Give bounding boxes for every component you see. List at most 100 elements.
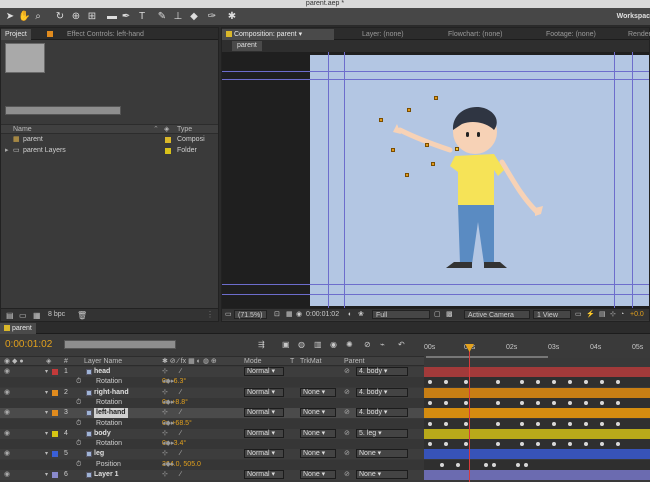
composition-viewer[interactable] (222, 52, 649, 308)
keyframe-marker[interactable] (440, 462, 444, 467)
keyframe-track[interactable] (424, 459, 650, 470)
layer-duration-bar[interactable] (424, 449, 650, 460)
guide-line[interactable] (222, 294, 649, 295)
keyframe-marker[interactable] (464, 380, 468, 385)
brush-tool-icon[interactable]: ✎ (156, 11, 168, 23)
twirl-down-icon[interactable]: ▾ (45, 388, 48, 398)
guide-line[interactable] (328, 52, 329, 308)
keyframe-marker[interactable] (568, 380, 572, 385)
trkmat-dropdown[interactable]: None ▾ (300, 449, 336, 459)
anchor-handle[interactable] (391, 148, 395, 152)
tab-timeline-parent[interactable]: parent (0, 323, 36, 334)
always-preview-icon[interactable]: ▭ (225, 310, 232, 319)
t-header[interactable]: T (290, 357, 294, 366)
anchor-point-icon[interactable] (455, 147, 459, 151)
trkmat-dropdown[interactable]: None ▾ (300, 470, 336, 479)
composition-mini-flowchart-icon[interactable]: ⇶ (258, 340, 265, 349)
folder-twirl-icon[interactable]: ▸ (5, 145, 9, 156)
layer-name[interactable]: left-hand (94, 408, 128, 419)
clone-stamp-tool-icon[interactable]: ⊥ (172, 11, 184, 23)
trkmat-header[interactable]: TrkMat (300, 357, 322, 366)
twirl-down-icon[interactable]: ▾ (45, 408, 48, 418)
keyframe-marker[interactable] (584, 400, 588, 405)
pen-tool-icon[interactable]: ✒ (120, 11, 132, 23)
flowchart-icon[interactable]: ⊹ (610, 310, 616, 319)
delete-icon[interactable]: 🗑 (77, 311, 87, 320)
layer-duration-bar[interactable] (424, 470, 650, 480)
guide-line[interactable] (614, 52, 615, 308)
layer-label-color[interactable] (52, 410, 58, 417)
keyframe-marker[interactable] (428, 442, 432, 447)
twirl-down-icon[interactable]: ▾ (45, 367, 48, 377)
keyframe-marker[interactable] (428, 380, 432, 385)
keyframe-marker[interactable] (568, 421, 572, 426)
puppet-tool-icon[interactable]: ✱ (226, 11, 238, 23)
layer-name[interactable]: right-hand (94, 388, 129, 398)
layer-row[interactable]: ◉ ▾ 1 head ⊹ ∕ Normal ▾ ⊘ 4. body ▾ (0, 367, 650, 377)
property-row[interactable]: ⏱ Position 364.0, 505.0 ◂◆▸ (0, 459, 650, 470)
anchor-handle[interactable] (431, 162, 435, 166)
eraser-tool-icon[interactable]: ◆ (188, 11, 200, 23)
keyframe-marker[interactable] (484, 462, 488, 467)
keyframe-marker[interactable] (568, 442, 572, 447)
quality-switch-icon[interactable]: ∕ (180, 449, 181, 459)
layer-switch-icon[interactable]: ⊹ (162, 367, 168, 377)
workspace-label[interactable]: Workspac (617, 13, 650, 20)
motion-blur-icon[interactable]: ◉ (330, 340, 337, 349)
playhead-line[interactable] (469, 346, 470, 482)
keyframe-marker[interactable] (444, 400, 448, 405)
keyframe-marker[interactable] (444, 442, 448, 447)
timecode-display[interactable]: 0:00:01:02 (306, 310, 339, 319)
twirl-down-icon[interactable]: ▾ (45, 470, 48, 480)
property-row[interactable]: ⏱ Rotation 0x -6.3° ◂◆▸ (0, 377, 650, 388)
keyframe-marker[interactable] (520, 400, 524, 405)
current-time-display[interactable]: 0:00:01:02 (5, 339, 52, 350)
pick-whip-icon[interactable]: ⊘ (344, 449, 350, 459)
keyframe-marker[interactable] (600, 421, 604, 426)
snapshot-icon[interactable]: ◐ (348, 310, 352, 319)
parent-dropdown[interactable]: 4. body ▾ (356, 408, 408, 418)
keyframe-marker[interactable] (536, 380, 540, 385)
keyframe-marker[interactable] (584, 442, 588, 447)
parent-dropdown[interactable]: 5. leg ▾ (356, 428, 408, 438)
frame-blending-icon[interactable]: ▥ (314, 340, 322, 349)
keyframe-marker[interactable] (552, 380, 556, 385)
layer-duration-bar[interactable] (424, 428, 650, 439)
roto-brush-tool-icon[interactable]: ✑ (206, 11, 218, 23)
blend-mode-dropdown[interactable]: Normal ▾ (244, 387, 284, 397)
property-row[interactable]: ⏱ Rotation 0x +8.8° ◂◆▸ (0, 397, 650, 408)
trkmat-dropdown[interactable]: None ▾ (300, 408, 336, 418)
keyframe-marker[interactable] (496, 442, 500, 447)
keyframe-marker[interactable] (496, 421, 500, 426)
layer-row[interactable]: ◉ ▾ 2 right-hand ⊹ ∕ Normal ▾ None ▾ ⊘ 4. body ▾ (0, 387, 650, 398)
parent-header[interactable]: Parent (344, 357, 365, 366)
new-composition-icon[interactable]: ▦ (33, 311, 41, 320)
blend-mode-dropdown[interactable]: Normal ▾ (244, 470, 284, 479)
keyframe-marker[interactable] (536, 421, 540, 426)
keyframe-nav-icon[interactable]: ◂◆▸ (162, 377, 174, 387)
guide-line[interactable] (632, 52, 633, 308)
keyframe-marker[interactable] (520, 442, 524, 447)
layer-switch-icon[interactable]: ⊹ (162, 449, 168, 459)
keyframe-marker[interactable] (428, 400, 432, 405)
layer-name[interactable]: leg (94, 449, 104, 459)
camera-dropdown[interactable]: Active Camera (464, 310, 530, 319)
parent-dropdown[interactable]: None ▾ (356, 470, 408, 479)
resize-grip-icon[interactable]: ⋮ (206, 310, 214, 319)
mode-header[interactable]: Mode (244, 357, 262, 366)
keyframe-track[interactable] (424, 439, 650, 450)
layer-duration-bar[interactable] (424, 408, 650, 419)
eye-icon[interactable]: ◉ (4, 388, 10, 398)
property-row[interactable]: ⏱ Rotation 0x +68.5° ◂◆▸ (0, 418, 650, 429)
blend-mode-dropdown[interactable]: Normal ▾ (244, 367, 284, 376)
keyframe-marker[interactable] (428, 421, 432, 426)
exposure-value[interactable]: +0.0 (630, 310, 644, 319)
layer-label-color[interactable] (52, 472, 58, 478)
timeline-search-input[interactable] (64, 340, 176, 349)
keyframe-marker[interactable] (444, 380, 448, 385)
tab-effect-controls[interactable]: Effect Controls: left-hand (63, 29, 148, 40)
selection-tool-icon[interactable]: ➤ (4, 11, 16, 23)
stopwatch-icon[interactable]: ⏱ (76, 398, 81, 408)
keyframe-nav-icon[interactable]: ◂◆▸ (162, 398, 174, 408)
pick-whip-icon[interactable]: ⊘ (344, 429, 350, 439)
